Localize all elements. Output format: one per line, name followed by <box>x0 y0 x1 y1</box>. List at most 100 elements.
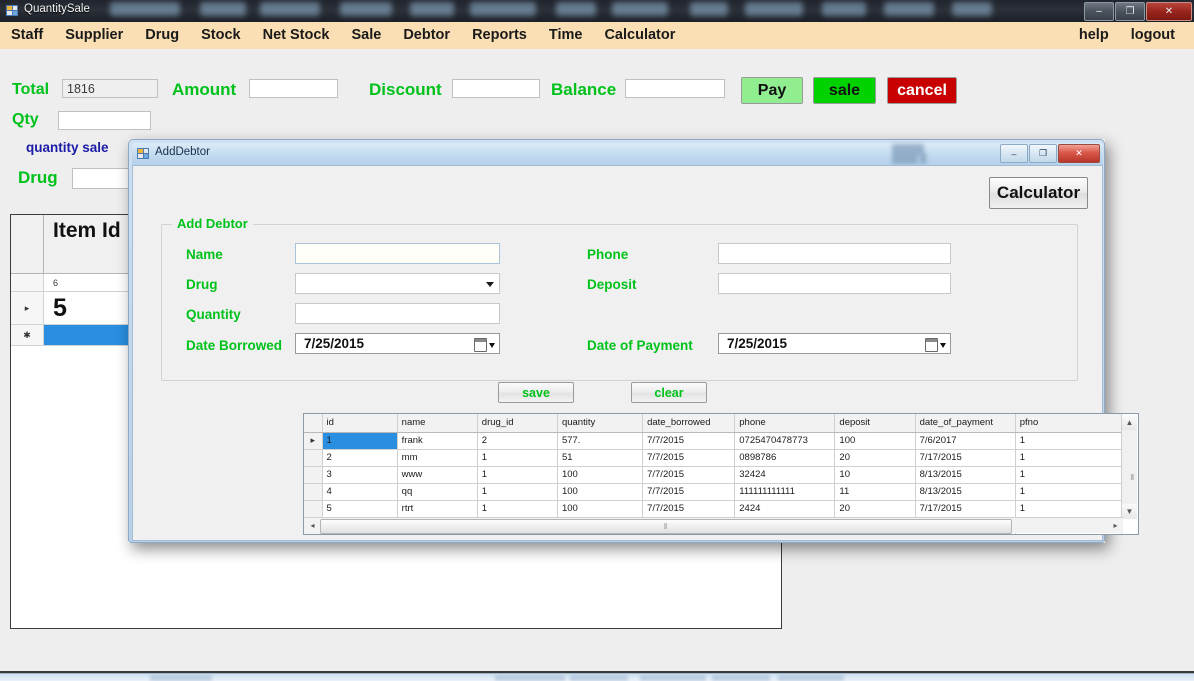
date-borrowed-dropdown[interactable] <box>474 338 495 352</box>
total-input[interactable] <box>62 79 158 98</box>
deposit-input[interactable] <box>718 273 951 294</box>
menu-item-logout[interactable]: logout <box>1120 22 1186 49</box>
column-header-date-borrowed[interactable]: date_borrowed <box>642 414 736 433</box>
debtor-datagrid[interactable]: id name drug_id quantity date_borrowed p… <box>303 413 1139 535</box>
cell-pfno[interactable]: 1 <box>1015 483 1123 501</box>
cell-date-borrowed[interactable]: 7/7/2015 <box>642 432 736 450</box>
menu-item-drug[interactable]: Drug <box>134 22 190 49</box>
phone-input[interactable] <box>718 243 951 264</box>
scrollbar-thumb-grip[interactable]: ‖ <box>1131 473 1134 482</box>
cell-quantity[interactable]: 100 <box>557 466 644 484</box>
drug-combobox[interactable] <box>295 273 500 294</box>
menu-item-reports[interactable]: Reports <box>461 22 538 49</box>
cell-deposit[interactable]: 100 <box>834 432 916 450</box>
cell-date-of-payment[interactable]: 7/6/2017 <box>915 432 1016 450</box>
menu-item-sale[interactable]: Sale <box>340 22 392 49</box>
menu-item-debtor[interactable]: Debtor <box>392 22 461 49</box>
column-header-quantity[interactable]: quantity <box>557 414 644 433</box>
amount-input[interactable] <box>249 79 338 98</box>
cell-id[interactable]: 1 <box>322 432 398 450</box>
vertical-scrollbar[interactable]: ▲ ▼ ‖ <box>1121 415 1137 519</box>
date-of-payment-picker[interactable]: 7/25/2015 <box>718 333 951 354</box>
cell-name[interactable]: qq <box>397 483 478 501</box>
cell-phone[interactable]: 32424 <box>734 466 836 484</box>
cell-name[interactable]: mm <box>397 449 478 467</box>
cell-date-borrowed[interactable]: 7/7/2015 <box>642 500 736 518</box>
table-row[interactable]: 5 rtrt 1 100 7/7/2015 2424 20 7/17/2015 … <box>304 500 1123 518</box>
menu-item-net-stock[interactable]: Net Stock <box>252 22 341 49</box>
cell-phone[interactable]: 2424 <box>734 500 836 518</box>
cell-drug-id[interactable]: 1 <box>477 466 558 484</box>
horizontal-scrollbar-thumb[interactable]: ‖ <box>320 519 1012 534</box>
cell-pfno[interactable]: 1 <box>1015 466 1123 484</box>
cell-name[interactable]: www <box>397 466 478 484</box>
qty-input[interactable] <box>58 111 151 130</box>
cell-date-borrowed[interactable]: 7/7/2015 <box>642 449 736 467</box>
cell-pfno[interactable]: 1 <box>1015 500 1123 518</box>
close-button[interactable]: ✕ <box>1146 2 1192 21</box>
menu-item-time[interactable]: Time <box>538 22 594 49</box>
cell-quantity[interactable]: 100 <box>557 483 644 501</box>
cell-quantity[interactable]: 577. <box>557 432 644 450</box>
cell-drug-id[interactable]: 1 <box>477 449 558 467</box>
table-row[interactable]: ▸ 1 frank 2 577. 7/7/2015 0725470478773 … <box>304 432 1123 450</box>
minimize-button[interactable]: – <box>1084 2 1114 21</box>
cell-phone[interactable]: 0898786 <box>734 449 836 467</box>
cell-phone[interactable]: 0725470478773 <box>734 432 836 450</box>
column-header-pfno[interactable]: pfno <box>1015 414 1123 433</box>
cell-drug-id[interactable]: 1 <box>477 483 558 501</box>
balance-input[interactable] <box>625 79 725 98</box>
dialog-minimize-button[interactable]: – <box>1000 144 1028 163</box>
cell-deposit[interactable]: 20 <box>834 500 916 518</box>
dialog-maximize-button[interactable]: ❐ <box>1029 144 1057 163</box>
cell-pfno[interactable]: 1 <box>1015 432 1123 450</box>
date-of-payment-dropdown[interactable] <box>925 338 946 352</box>
cell-date-of-payment[interactable]: 7/17/2015 <box>915 500 1016 518</box>
pay-button[interactable]: Pay <box>741 77 803 104</box>
cell-deposit[interactable]: 10 <box>834 466 916 484</box>
quantity-input[interactable] <box>295 303 500 324</box>
scroll-right-arrow-icon[interactable]: ▸ <box>1108 518 1123 533</box>
clear-button[interactable]: clear <box>631 382 707 403</box>
sale-button[interactable]: sale <box>813 77 876 104</box>
name-input[interactable] <box>295 243 500 264</box>
cell-date-borrowed[interactable]: 7/7/2015 <box>642 483 736 501</box>
column-header-name[interactable]: name <box>397 414 478 433</box>
dialog-close-button[interactable]: ✕ <box>1058 144 1100 163</box>
cell-quantity[interactable]: 100 <box>557 500 644 518</box>
scroll-up-arrow-icon[interactable]: ▲ <box>1122 415 1137 430</box>
cell-id[interactable]: 2 <box>322 449 398 467</box>
cell-quantity[interactable]: 51 <box>557 449 644 467</box>
menu-item-help[interactable]: help <box>1068 22 1120 49</box>
cell-date-borrowed[interactable]: 7/7/2015 <box>642 466 736 484</box>
scroll-down-arrow-icon[interactable]: ▼ <box>1122 504 1137 519</box>
cell-date-of-payment[interactable]: 8/13/2015 <box>915 466 1016 484</box>
scroll-left-arrow-icon[interactable]: ◂ <box>305 518 320 533</box>
menu-item-calculator[interactable]: Calculator <box>593 22 686 49</box>
cell-id[interactable]: 5 <box>322 500 398 518</box>
date-borrowed-picker[interactable]: 7/25/2015 <box>295 333 500 354</box>
maximize-button[interactable]: ❐ <box>1115 2 1145 21</box>
column-header-drug-id[interactable]: drug_id <box>477 414 558 433</box>
cell-id[interactable]: 3 <box>322 466 398 484</box>
cell-date-of-payment[interactable]: 8/13/2015 <box>915 483 1016 501</box>
cell-pfno[interactable]: 1 <box>1015 449 1123 467</box>
cell-drug-id[interactable]: 2 <box>477 432 558 450</box>
horizontal-scrollbar[interactable]: ◂ ▸ ‖ <box>305 517 1123 534</box>
column-header-phone[interactable]: phone <box>734 414 836 433</box>
table-row[interactable]: 2 mm 1 51 7/7/2015 0898786 20 7/17/2015 … <box>304 449 1123 467</box>
cell-phone[interactable]: 111111111111 <box>734 483 836 501</box>
menu-item-stock[interactable]: Stock <box>190 22 252 49</box>
table-row[interactable]: 3 www 1 100 7/7/2015 32424 10 8/13/2015 … <box>304 466 1123 484</box>
menu-item-supplier[interactable]: Supplier <box>54 22 134 49</box>
column-header-id[interactable]: id <box>322 414 398 433</box>
cell-drug-id[interactable]: 1 <box>477 500 558 518</box>
cell-deposit[interactable]: 20 <box>834 449 916 467</box>
discount-input[interactable] <box>452 79 540 98</box>
column-header-date-of-payment[interactable]: date_of_payment <box>915 414 1016 433</box>
cell-name[interactable]: frank <box>397 432 478 450</box>
calculator-button[interactable]: Calculator <box>989 177 1088 209</box>
table-row[interactable]: 4 qq 1 100 7/7/2015 111111111111 11 8/13… <box>304 483 1123 501</box>
menu-item-staff[interactable]: Staff <box>0 22 54 49</box>
cancel-button[interactable]: cancel <box>887 77 957 104</box>
